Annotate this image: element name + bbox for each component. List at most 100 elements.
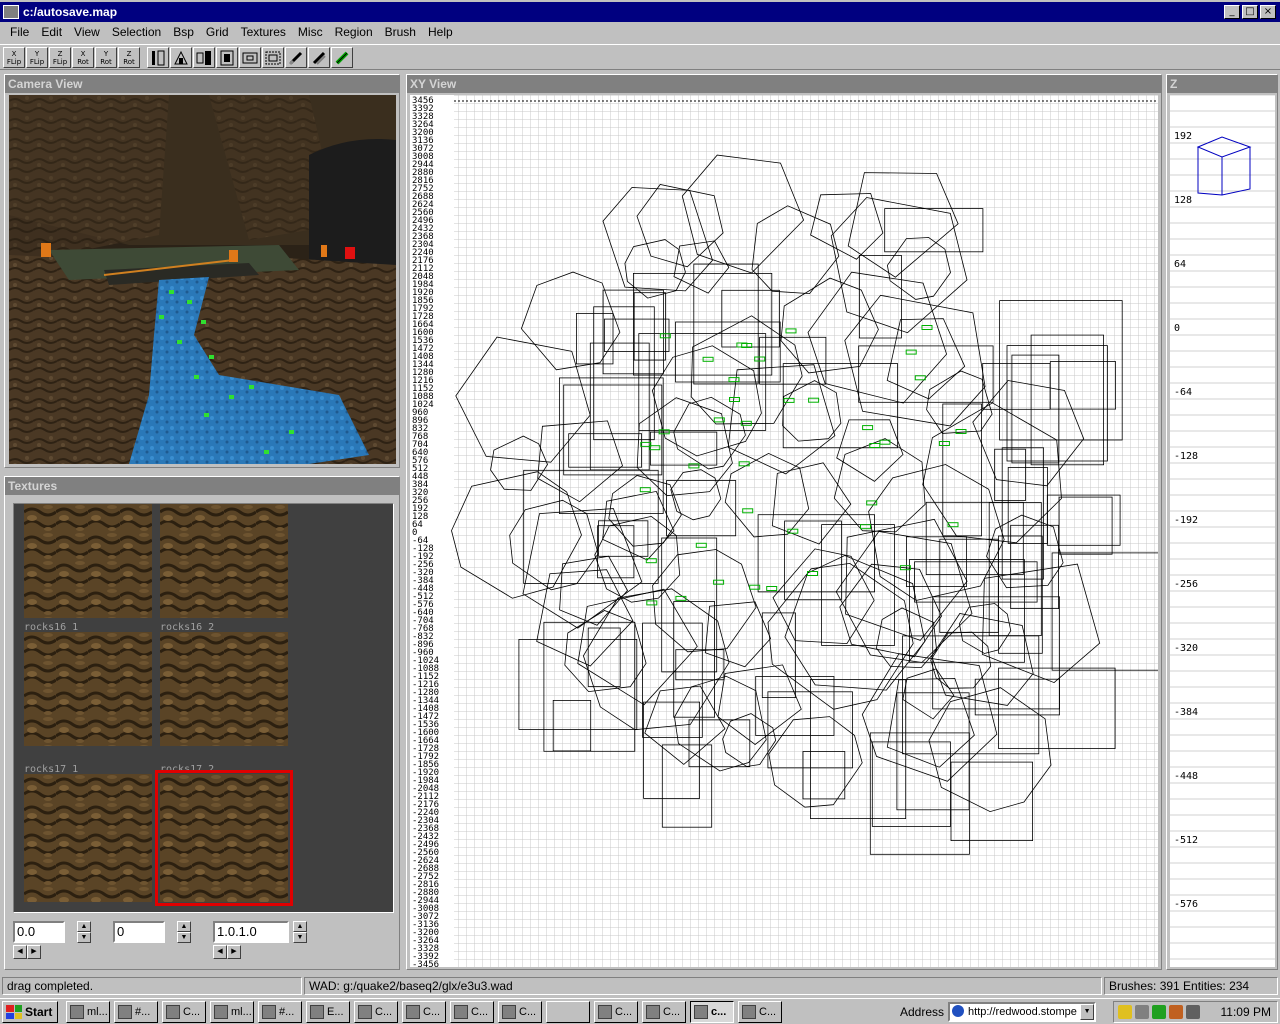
clip-split-icon xyxy=(312,51,326,65)
texture-thumb-rocks17-1[interactable] xyxy=(24,774,152,902)
x-flip-button[interactable]: X FLip xyxy=(3,46,25,68)
z-canvas: 192 128 64 0 -64 -128 -192 -256 -320 -384 -448 -512… xyxy=(1170,95,1275,960)
texture-rotate-field[interactable]: 0 xyxy=(113,921,165,943)
select-complete-tall-button[interactable] xyxy=(147,46,169,68)
clip-split-button[interactable] xyxy=(308,46,330,68)
x-rot-button[interactable]: X Rot xyxy=(72,46,94,68)
taskbar-button[interactable] xyxy=(546,1001,590,1023)
menu-view[interactable]: View xyxy=(68,25,106,39)
texture-controls: 0.0 ▲ ▼ ◀ ▶ 0 ▲ ▼ 1.0.1.0 ▲ ▼ ◀ ▶ xyxy=(13,921,394,961)
status-counts: Brushes: 391 Entities: 234 xyxy=(1104,977,1278,995)
csg-merge-button[interactable] xyxy=(262,46,284,68)
csg-subtract-button[interactable] xyxy=(239,46,261,68)
task-app-icon xyxy=(166,1005,180,1019)
z-label: -320 xyxy=(1174,643,1198,654)
z-label: -64 xyxy=(1174,387,1192,398)
tray-icon-monitor[interactable] xyxy=(1186,1005,1200,1019)
texture-thumb-rocks16-2[interactable] xyxy=(160,632,288,746)
texture-shift-spinner[interactable]: ▲ ▼ xyxy=(77,921,91,943)
texture-thumb-rocks16-1[interactable] xyxy=(24,632,152,746)
z-flip-button[interactable]: Z FLip xyxy=(49,46,71,68)
menu-file[interactable]: File xyxy=(4,25,35,39)
textures-panel: Textures rocks16_1 rocks16_2 rocks17_1 r… xyxy=(4,476,400,970)
z-label: -128 xyxy=(1174,451,1198,462)
x-rot-top: X xyxy=(80,49,86,58)
texture-scale-field[interactable]: 1.0.1.0 xyxy=(213,921,289,943)
ie-page-icon xyxy=(952,1005,965,1017)
z-rot-button[interactable]: Z Rot xyxy=(118,46,140,68)
address-dropdown-button[interactable]: ▼ xyxy=(1080,1004,1095,1020)
task-label: C... xyxy=(423,1006,441,1018)
clipper-button[interactable] xyxy=(285,46,307,68)
menu-bsp[interactable]: Bsp xyxy=(167,25,200,39)
close-button[interactable]: × xyxy=(1260,5,1276,19)
taskbar-button[interactable]: #... xyxy=(258,1001,302,1023)
window-title: c:/autosave.map xyxy=(23,5,118,19)
z-flip-bottom: FLip xyxy=(52,57,68,66)
taskbar-button[interactable]: C... xyxy=(162,1001,206,1023)
texture-thumb-1[interactable] xyxy=(24,504,152,618)
windows-logo-icon xyxy=(6,1005,22,1019)
address-value: http://redwood.stompe xyxy=(968,1006,1077,1018)
maximize-button[interactable]: □ xyxy=(1242,5,1258,19)
menu-selection[interactable]: Selection xyxy=(106,25,167,39)
xy-view-panel: XY View 3456 3392 3328 3264 3200 3136 3072 3008… xyxy=(406,74,1162,970)
menu-help[interactable]: Help xyxy=(422,25,459,39)
task-app-icon xyxy=(502,1005,516,1019)
taskbar-button[interactable]: C... xyxy=(498,1001,542,1023)
taskbar-button[interactable]: ml... xyxy=(210,1001,254,1023)
task-app-icon xyxy=(694,1005,708,1019)
select-inside-button[interactable] xyxy=(216,46,238,68)
start-button[interactable]: Start xyxy=(2,1001,58,1023)
taskbar-button[interactable]: c... xyxy=(690,1001,734,1023)
z-viewport[interactable]: 192 128 64 0 -64 -128 -192 -256 -320 -384 -448 -512… xyxy=(1170,95,1275,967)
tray-icon-app[interactable] xyxy=(1169,1005,1183,1019)
texture-scale-spinner[interactable]: ▲ ▼ xyxy=(293,921,307,943)
menu-grid[interactable]: Grid xyxy=(200,25,235,39)
clip-flip-button[interactable] xyxy=(331,46,353,68)
x-flip-bottom: FLip xyxy=(6,57,22,66)
toolbar: X FLip Y FLip Z FLip X Rot Y Rot Z Rot xyxy=(0,44,1280,70)
select-partial-tall-button[interactable] xyxy=(193,46,215,68)
tray-icon-volume[interactable] xyxy=(1118,1005,1132,1019)
texture-rotate-spinner[interactable]: ▲ ▼ xyxy=(177,921,191,943)
taskbar-button[interactable]: E... xyxy=(306,1001,350,1023)
minimize-button[interactable]: _ xyxy=(1224,5,1240,19)
texture-shift-hscroll[interactable]: ◀ ▶ xyxy=(13,945,41,959)
taskbar-button[interactable]: C... xyxy=(594,1001,638,1023)
task-label: C... xyxy=(759,1006,777,1018)
taskbar-button[interactable]: C... xyxy=(450,1001,494,1023)
xy-view-title: XY View xyxy=(407,75,1161,93)
xy-viewport[interactable]: 3456 3392 3328 3264 3200 3136 3072 3008 2944 2880… xyxy=(410,95,1158,967)
y-flip-button[interactable]: Y FLip xyxy=(26,46,48,68)
radiant-window: c:/autosave.map _ □ × File Edit View Sel… xyxy=(0,0,1280,1024)
menu-misc[interactable]: Misc xyxy=(292,25,329,39)
taskbar-button[interactable]: C... xyxy=(738,1001,782,1023)
texture-browser[interactable]: rocks16_1 rocks16_2 rocks17_1 rocks17_2 xyxy=(13,503,394,913)
y-flip-top: Y xyxy=(34,49,40,58)
camera-viewport[interactable] xyxy=(9,95,396,464)
z-rot-top: Z xyxy=(126,49,132,58)
menu-textures[interactable]: Textures xyxy=(235,25,292,39)
taskbar-button[interactable]: C... xyxy=(402,1001,446,1023)
app-icon[interactable] xyxy=(3,5,19,19)
textures-title: Textures xyxy=(5,477,399,495)
tray-icon-network[interactable] xyxy=(1152,1005,1166,1019)
texture-shift-field[interactable]: 0.0 xyxy=(13,921,65,943)
taskbar-button[interactable]: C... xyxy=(642,1001,686,1023)
texture-scale-hscroll[interactable]: ◀ ▶ xyxy=(213,945,241,959)
address-input[interactable]: http://redwood.stompe ▼ xyxy=(948,1002,1097,1022)
taskbar-button[interactable]: ml... xyxy=(66,1001,110,1023)
taskbar-button[interactable]: #... xyxy=(114,1001,158,1023)
clip-flip-icon xyxy=(335,51,349,64)
menu-region[interactable]: Region xyxy=(329,25,379,39)
y-rot-button[interactable]: Y Rot xyxy=(95,46,117,68)
tray-icon-task[interactable] xyxy=(1135,1005,1149,1019)
menu-edit[interactable]: Edit xyxy=(35,25,68,39)
menu-brush[interactable]: Brush xyxy=(379,25,422,39)
task-label: ml... xyxy=(87,1006,108,1018)
select-touching-button[interactable] xyxy=(170,46,192,68)
texture-thumb-2[interactable] xyxy=(160,504,288,618)
taskbar-button[interactable]: C... xyxy=(354,1001,398,1023)
task-app-icon xyxy=(118,1005,132,1019)
